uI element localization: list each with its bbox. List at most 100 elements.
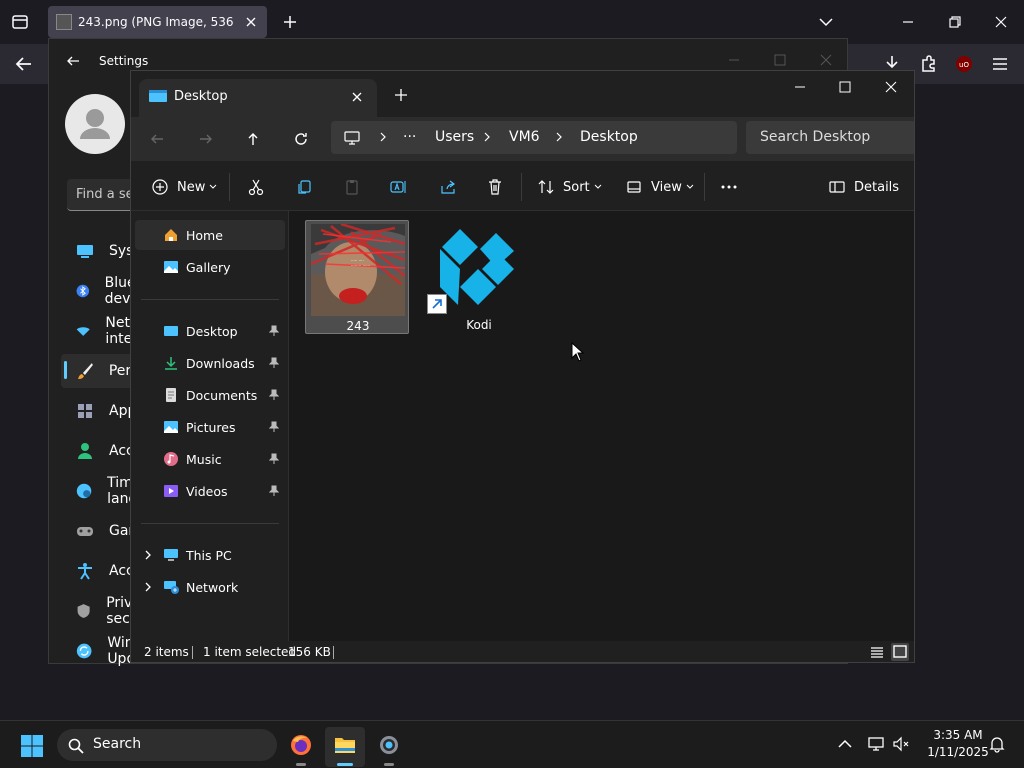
clock-time: 3:35 AM — [933, 728, 983, 742]
apps-icon — [78, 404, 92, 418]
chevron-up-icon[interactable] — [836, 735, 854, 753]
windows-start-icon[interactable] — [20, 734, 44, 758]
breadcrumb-vm6[interactable]: VM6 — [509, 129, 540, 145]
details-view-icon[interactable] — [868, 643, 886, 661]
close-icon[interactable] — [881, 77, 901, 97]
pin-icon[interactable] — [269, 325, 279, 337]
sidebar-item-downloads[interactable]: Downloads — [135, 348, 285, 378]
back-arrow-icon[interactable] — [65, 53, 81, 69]
pin-icon[interactable] — [269, 421, 279, 433]
avatar[interactable] — [65, 94, 125, 154]
new-tab-icon[interactable] — [280, 12, 300, 32]
ublock-origin-icon[interactable]: uO — [952, 52, 976, 76]
view-button[interactable]: View — [625, 176, 694, 198]
sort-button[interactable]: Sort — [537, 176, 602, 198]
new-button[interactable]: New — [151, 176, 217, 198]
browser-tab[interactable]: 243.png (PNG Image, 536 × 538 pixels) — [48, 6, 267, 38]
rename-button[interactable] — [389, 176, 407, 198]
search-input[interactable]: Search Desktop — [746, 121, 914, 154]
pin-icon[interactable] — [269, 357, 279, 369]
running-indicator — [384, 763, 394, 766]
pin-icon[interactable] — [269, 389, 279, 401]
close-tab-icon[interactable] — [350, 90, 364, 104]
sidebar-divider — [141, 299, 279, 300]
taskbar-file-explorer[interactable] — [325, 727, 365, 767]
large-icons-view-icon[interactable] — [891, 643, 909, 661]
close-icon[interactable] — [989, 10, 1013, 34]
file-list: ····· ···· ········ ······ 243 Kodi — [289, 211, 914, 641]
chevron-right-icon[interactable] — [143, 549, 153, 561]
minimize-icon[interactable] — [723, 49, 745, 71]
sidebar-item-gallery[interactable]: Gallery — [135, 252, 285, 282]
close-tab-icon[interactable] — [243, 14, 259, 30]
sidebar-item-desktop[interactable]: Desktop — [135, 316, 285, 346]
sidebar-item-pictures[interactable]: Pictures — [135, 412, 285, 442]
pin-icon[interactable] — [269, 485, 279, 497]
minimize-icon[interactable] — [896, 10, 920, 34]
network-status-icon[interactable] — [867, 735, 885, 753]
sidebar-item-network[interactable]: Network — [135, 572, 285, 602]
taskbar-settings[interactable] — [369, 727, 409, 767]
pin-icon[interactable] — [269, 453, 279, 465]
notification-bell-icon[interactable] — [988, 735, 1006, 753]
videos-icon — [164, 485, 178, 497]
sidebar-item-music[interactable]: Music — [135, 444, 285, 474]
extensions-icon[interactable] — [917, 52, 941, 76]
sort-icon — [538, 180, 554, 194]
more-options-button[interactable] — [720, 176, 738, 198]
sidebar-item-documents[interactable]: Documents — [135, 380, 285, 410]
chevron-right-icon[interactable] — [143, 581, 153, 593]
file-item-kodi[interactable]: Kodi — [427, 220, 531, 334]
maximize-icon[interactable] — [769, 49, 791, 71]
browser-tab-title: 243.png (PNG Image, 536 × 538 pixels) — [78, 15, 238, 29]
system-clock[interactable]: 3:35 AM 1/11/2025 — [918, 727, 998, 761]
details-button[interactable]: Details — [828, 176, 899, 198]
back-arrow-icon[interactable] — [147, 129, 167, 149]
taskbar-firefox[interactable] — [281, 727, 321, 767]
sidebar-label: This PC — [186, 547, 232, 563]
explorer-tab-desktop[interactable]: Desktop — [139, 79, 377, 117]
new-tab-icon[interactable] — [393, 87, 409, 103]
settings-title: Settings — [99, 54, 149, 68]
hamburger-menu-icon[interactable] — [988, 52, 1012, 76]
restore-icon[interactable] — [943, 10, 967, 34]
forward-arrow-icon[interactable] — [196, 129, 216, 149]
sidebar-label: Home — [186, 227, 223, 243]
sidebar-item-videos[interactable]: Videos — [135, 476, 285, 506]
chevron-down-icon[interactable] — [816, 12, 836, 32]
download-icon — [165, 357, 177, 370]
share-button[interactable] — [439, 176, 457, 198]
new-label: New — [177, 179, 206, 195]
desktop-folder-icon — [149, 90, 167, 102]
breadcrumb-desktop[interactable]: Desktop — [580, 129, 638, 145]
folder-icon — [335, 738, 355, 753]
address-bar[interactable]: ··· Users VM6 Desktop — [331, 121, 737, 154]
pictures-icon — [164, 421, 178, 433]
sidebar-item-home[interactable]: Home — [135, 220, 285, 250]
selection-size: 156 KB — [288, 645, 331, 659]
volume-muted-icon[interactable] — [892, 735, 910, 753]
delete-button[interactable] — [486, 176, 504, 198]
minimize-icon[interactable] — [790, 77, 810, 97]
copy-button[interactable] — [295, 176, 313, 198]
cut-button[interactable] — [247, 176, 265, 198]
maximize-icon[interactable] — [835, 77, 855, 97]
share-icon — [441, 180, 455, 194]
tab-list-icon[interactable] — [8, 10, 32, 34]
brush-icon — [77, 363, 93, 379]
wifi-icon — [76, 327, 90, 336]
paste-button[interactable] — [343, 176, 361, 198]
breadcrumb-ellipsis[interactable]: ··· — [403, 129, 416, 145]
up-arrow-icon[interactable] — [243, 129, 263, 149]
close-icon[interactable] — [815, 49, 837, 71]
taskbar-search[interactable]: Search — [57, 729, 277, 761]
refresh-icon[interactable] — [291, 129, 311, 149]
toolbar-divider — [521, 173, 522, 201]
scissors-icon — [248, 179, 264, 196]
sidebar-item-this-pc[interactable]: This PC — [135, 540, 285, 570]
back-arrow-icon[interactable] — [12, 52, 36, 76]
file-item-243[interactable]: ····· ···· ········ ······ 243 — [305, 220, 409, 334]
breadcrumb-users[interactable]: Users — [435, 129, 474, 145]
view-label: View — [651, 179, 682, 195]
view-icon — [627, 181, 641, 193]
